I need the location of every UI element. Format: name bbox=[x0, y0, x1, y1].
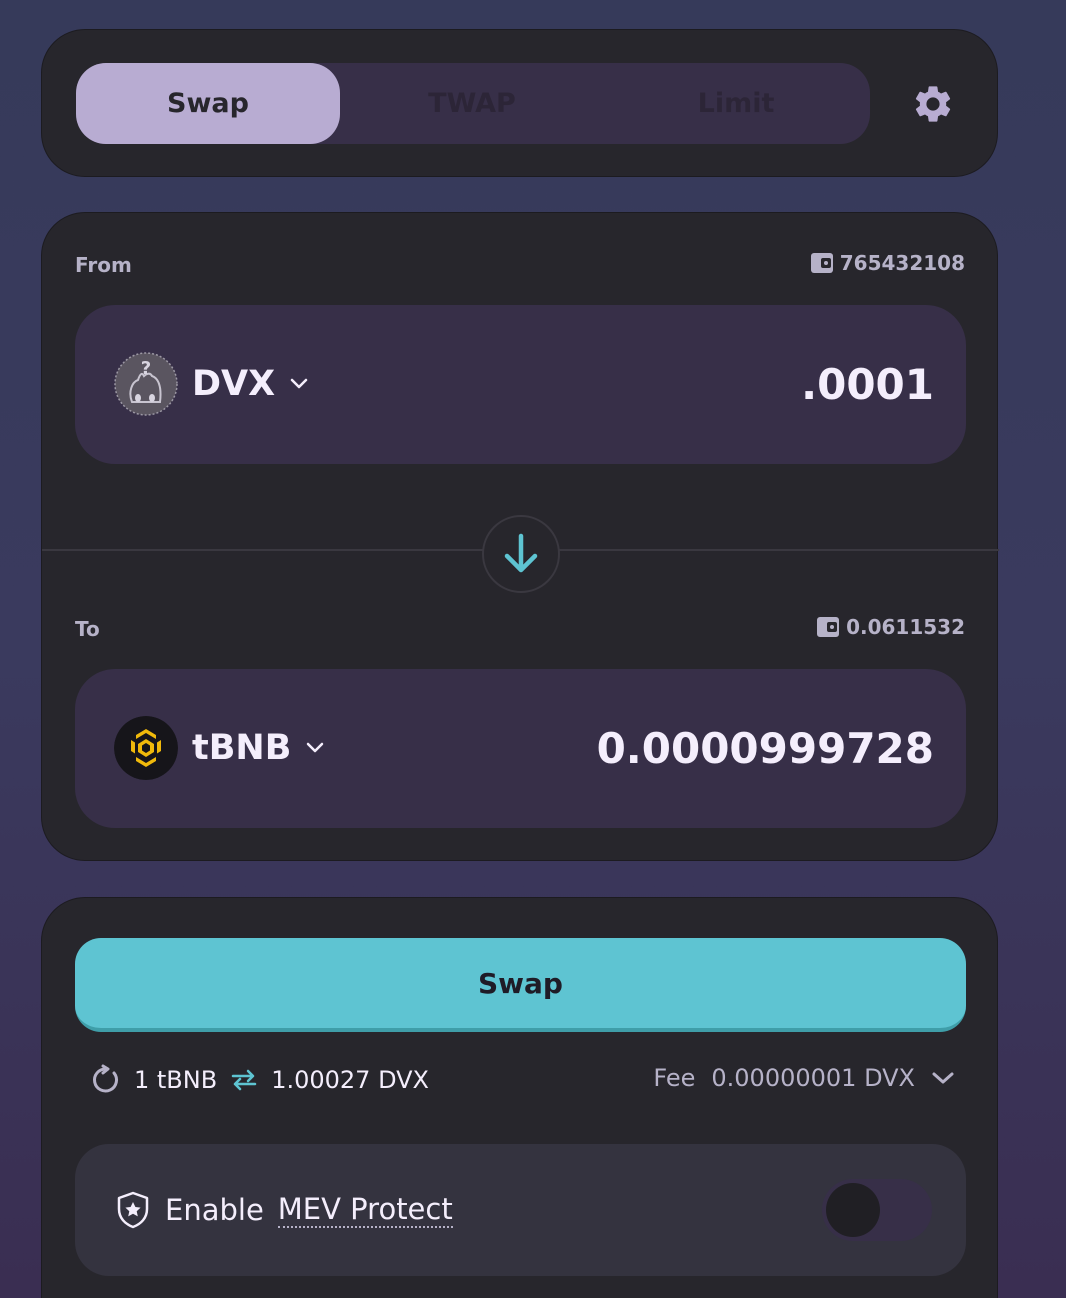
from-balance-value: 765432108 bbox=[839, 251, 965, 275]
from-token-box: ? DVX bbox=[75, 305, 966, 464]
chevron-down-icon bbox=[290, 378, 308, 389]
action-card: Swap 1 tBNB 1.00027 DVX Fee 0.00000001 D… bbox=[41, 897, 998, 1298]
rate-left: 1 tBNB bbox=[134, 1066, 218, 1094]
to-token-box: tBNB bbox=[75, 669, 966, 828]
from-amount-input[interactable] bbox=[434, 353, 934, 417]
to-label: To bbox=[75, 617, 100, 641]
exchange-rate: 1 tBNB 1.00027 DVX bbox=[90, 1064, 429, 1096]
to-token-name: tBNB bbox=[192, 728, 292, 768]
mode-tabs: Swap TWAP Limit bbox=[76, 63, 870, 144]
from-token-selector[interactable]: ? DVX bbox=[114, 352, 309, 416]
fee-toggle[interactable]: Fee 0.00000001 DVX bbox=[653, 1064, 955, 1092]
to-amount-input[interactable] bbox=[434, 717, 934, 781]
mev-protect-link[interactable]: MEV Protect bbox=[277, 1192, 453, 1228]
mev-protect-toggle[interactable] bbox=[822, 1179, 932, 1241]
bnb-token-icon bbox=[114, 716, 178, 780]
toggle-knob bbox=[826, 1183, 880, 1237]
mev-prefix: Enable bbox=[165, 1193, 264, 1227]
chevron-down-icon bbox=[932, 1072, 954, 1084]
tab-twap[interactable]: TWAP bbox=[340, 63, 604, 144]
to-token-selector[interactable]: tBNB bbox=[114, 716, 325, 780]
gear-icon[interactable] bbox=[911, 82, 955, 126]
svg-text:?: ? bbox=[141, 358, 151, 379]
swap-arrows-icon[interactable] bbox=[229, 1068, 259, 1092]
wallet-icon bbox=[810, 253, 833, 273]
to-balance-value: 0.0611532 bbox=[846, 615, 965, 639]
wallet-icon bbox=[817, 617, 840, 637]
rate-right: 1.00027 DVX bbox=[271, 1066, 429, 1094]
shield-star-icon bbox=[117, 1191, 149, 1229]
from-token-name: DVX bbox=[192, 364, 276, 404]
tab-swap[interactable]: Swap bbox=[76, 63, 340, 144]
from-label: From bbox=[75, 253, 132, 277]
fee-value: 0.00000001 DVX bbox=[711, 1064, 915, 1092]
chevron-down-icon bbox=[307, 742, 324, 753]
swap-card: From 765432108 ? DVX .0001 To 0.0611532 … bbox=[41, 212, 999, 861]
fee-label: Fee bbox=[653, 1064, 696, 1092]
dvx-token-icon: ? bbox=[114, 352, 178, 416]
mode-tabs-card: Swap TWAP Limit bbox=[41, 29, 998, 177]
arrow-down-icon bbox=[504, 533, 538, 573]
flip-direction-button[interactable] bbox=[482, 515, 560, 593]
mev-protect-panel: Enable MEV Protect bbox=[75, 1144, 966, 1276]
refresh-icon[interactable] bbox=[90, 1064, 122, 1096]
mev-protect-label: Enable MEV Protect bbox=[115, 1190, 453, 1230]
to-balance: 0.0611532 bbox=[816, 615, 965, 639]
tab-limit[interactable]: Limit bbox=[604, 63, 868, 144]
swap-button[interactable]: Swap bbox=[75, 938, 966, 1032]
from-balance: 765432108 bbox=[810, 251, 965, 275]
